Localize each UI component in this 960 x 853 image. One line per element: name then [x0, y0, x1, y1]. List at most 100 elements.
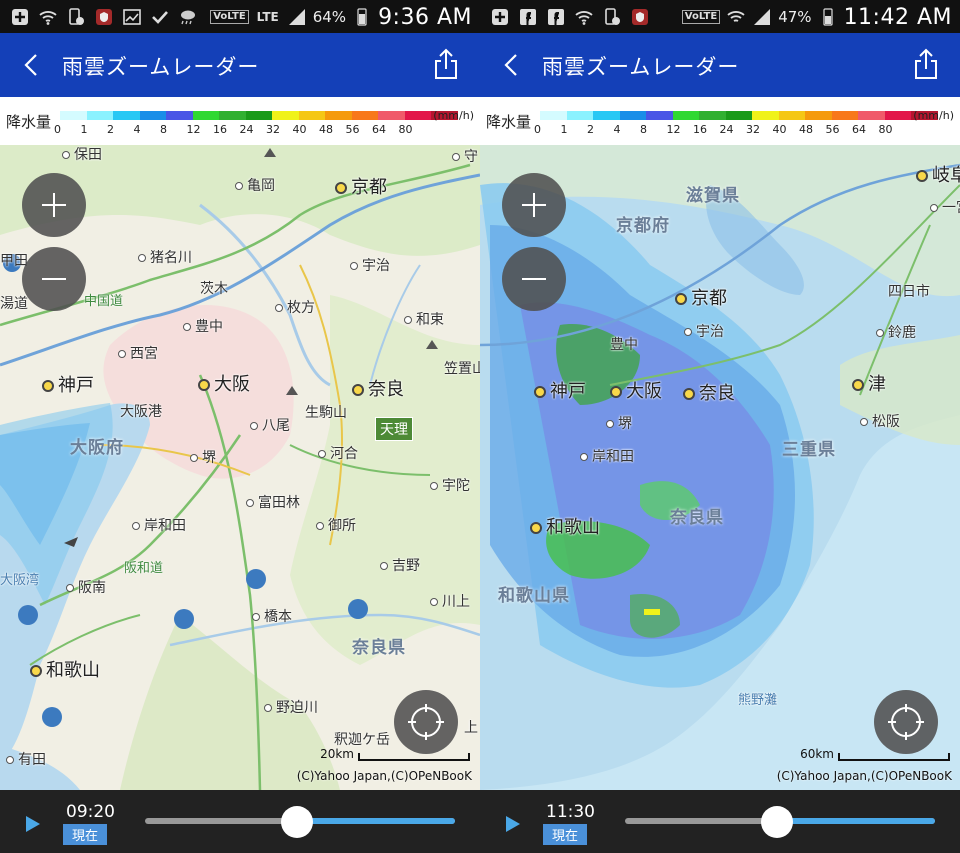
plus-box-icon — [10, 7, 30, 27]
place-marker-icon — [530, 522, 542, 534]
legend-swatch — [272, 111, 299, 120]
map-place: 宇治 — [684, 321, 724, 341]
radar-map[interactable]: 岐阜一宮京都 四日市宇治 鈴鹿豊中神戸大阪奈良 津堺 松阪岸和田和歌山 滋賀県京都府三重県… — [480, 145, 960, 790]
page-title: 雨雲ズームレーダー — [542, 55, 740, 79]
place-marker-icon — [6, 756, 14, 764]
back-chevron-icon[interactable] — [18, 51, 46, 79]
slider-fill — [776, 818, 935, 824]
sea-label: 熊野灘 — [738, 693, 778, 708]
map-place: 神戸 — [42, 371, 94, 397]
facebook-icon — [518, 7, 538, 27]
map-place: 有田 — [6, 749, 46, 769]
legend-swatch — [404, 111, 431, 120]
sea-label: 大阪湾 — [0, 573, 40, 588]
map-place: 豊中 — [183, 316, 223, 336]
right-screen: VoLTE 47% 11:42 AM 雨雲ズームレーダー 降水量 0 1 2 4 8 12… — [480, 0, 960, 853]
map-place: 京都 — [675, 284, 727, 310]
legend-swatch — [805, 111, 832, 120]
legend-tick: 12 — [666, 123, 681, 136]
battery-icon — [818, 7, 838, 27]
place-marker-icon — [876, 329, 884, 337]
legend-tick: 4 — [613, 123, 621, 136]
map-place: 四日市 — [888, 284, 930, 300]
legend-unit: (mm/h) — [913, 109, 954, 122]
place-marker-icon — [30, 665, 42, 677]
play-icon[interactable] — [22, 814, 42, 834]
now-badge[interactable]: 現在 — [63, 824, 108, 845]
share-icon[interactable] — [432, 47, 460, 81]
status-right: VoLTE 47% 11:42 AM — [681, 3, 952, 31]
back-chevron-icon[interactable] — [498, 51, 526, 79]
map-place: 川上 — [430, 591, 470, 611]
place-marker-icon — [246, 499, 254, 507]
current-location-button[interactable] — [874, 690, 938, 754]
map-place: 和歌山 — [30, 656, 100, 682]
zoom-out-button[interactable] — [502, 247, 566, 311]
plus-box-icon — [490, 7, 510, 27]
current-location-button[interactable] — [394, 690, 458, 754]
volte-indicator: VoLTE — [210, 10, 249, 24]
legend-swatch — [884, 111, 911, 120]
chart-icon — [122, 7, 142, 27]
prefecture-label: 滋賀県 — [686, 186, 740, 206]
legend-swatch — [593, 111, 620, 120]
map-place: 松阪 — [860, 411, 900, 431]
map-place: 津 — [852, 370, 886, 396]
place-marker-icon — [132, 522, 140, 530]
weather-icon — [178, 7, 198, 27]
place-marker-icon — [916, 170, 928, 182]
legend-unit: (mm/h) — [433, 109, 474, 122]
legend-color-bar — [60, 111, 458, 120]
map-place: 岸和田 — [132, 515, 186, 535]
zoom-out-button[interactable] — [22, 247, 86, 311]
place-marker-icon — [183, 323, 191, 331]
place-marker-icon — [675, 293, 687, 305]
place-marker-icon — [404, 316, 412, 324]
radar-map[interactable]: 保田 亀岡 京都 守猪名川 宇治 茨木 枚方 和束 豊中 西宮 神戸 大阪 奈良 笠置山 大阪港 生駒山 八尾河… — [0, 145, 480, 790]
zoom-in-button[interactable] — [22, 173, 86, 237]
zoom-in-button[interactable] — [502, 173, 566, 237]
map-place: 宇陀 — [430, 475, 470, 495]
legend-color-bar — [540, 111, 938, 120]
status-bar: VoLTE 47% 11:42 AM — [480, 0, 960, 33]
slider-thumb[interactable] — [280, 806, 313, 838]
place-marker-icon — [350, 262, 358, 270]
legend-tick: 56 — [345, 123, 360, 136]
legend-tick: 64 — [372, 123, 386, 136]
legend-tick: 48 — [319, 123, 333, 136]
place-marker-icon — [430, 482, 438, 490]
map-place: 西宮 — [118, 343, 158, 363]
legend-swatch — [113, 111, 140, 120]
legend-swatch — [192, 111, 219, 120]
shield-app-icon — [94, 7, 114, 27]
legend-tick: 2 — [107, 123, 114, 136]
legend-tick: 0 — [54, 123, 61, 136]
legend-swatch — [86, 111, 113, 120]
place-marker-icon — [430, 598, 438, 606]
map-place: 枚方 — [275, 297, 315, 317]
facebook-icon — [546, 7, 566, 27]
share-icon[interactable] — [912, 47, 940, 81]
legend-label: 降水量 — [486, 113, 532, 131]
slider-thumb[interactable] — [760, 806, 793, 838]
now-badge[interactable]: 現在 — [543, 824, 588, 845]
legend-tick: 1 — [80, 123, 88, 136]
place-marker-icon — [534, 386, 546, 398]
place-marker-icon — [380, 562, 388, 570]
legend-tick: 56 — [825, 123, 840, 136]
map-place: 堺 — [190, 447, 216, 467]
playback-time: 11:30 — [546, 802, 595, 822]
map-place: 釈迦ケ岳 — [334, 732, 390, 748]
map-place: 宇治 — [350, 255, 390, 275]
play-icon[interactable] — [502, 814, 522, 834]
place-marker-icon — [318, 450, 326, 458]
legend-swatch — [298, 111, 325, 120]
place-marker-icon — [580, 453, 588, 461]
legend-tick: 80 — [878, 123, 893, 136]
page-title: 雨雲ズームレーダー — [62, 55, 260, 79]
legend-tick: 24 — [239, 123, 254, 136]
legend-swatch — [166, 111, 193, 120]
map-place: 奈良 — [352, 375, 404, 401]
legend-swatch — [566, 111, 593, 120]
legend-swatch — [725, 111, 752, 120]
